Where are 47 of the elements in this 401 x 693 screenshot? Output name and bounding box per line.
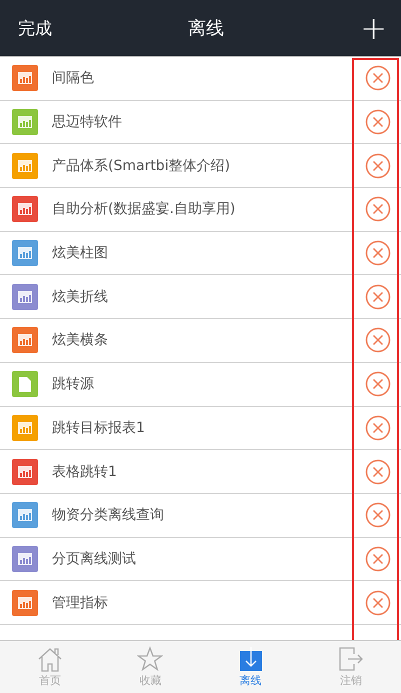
item-name: 物资分类离线查询 (52, 506, 165, 524)
delete-icon[interactable] (365, 196, 391, 222)
list-item[interactable]: 物资分类离线查询 (0, 494, 401, 538)
list-item[interactable]: 炫美折线 (0, 275, 401, 320)
delete-icon[interactable] (365, 327, 391, 354)
list-item[interactable]: 自助分析(数据盛宴.自助享用) (0, 188, 401, 232)
list-item[interactable]: 跳转源 (0, 362, 401, 406)
item-name: 跳转目标报表1 (52, 418, 146, 437)
item-name: 分页离线测试 (52, 550, 137, 568)
list-item[interactable]: 炫美横条 (0, 319, 401, 363)
item-name: 炫美柱图 (52, 244, 109, 262)
delete-icon[interactable] (365, 502, 391, 528)
delete-icon[interactable] (365, 152, 391, 179)
item-name: 自助分析(数据盛宴.自助享用) (52, 200, 236, 218)
delete-icon[interactable] (365, 414, 391, 441)
done-button[interactable]: 完成 (18, 16, 52, 40)
list-item[interactable]: 间隔色 (0, 57, 401, 101)
list-item[interactable]: 产品体系(Smartbi整体介绍) (0, 144, 401, 188)
delete-icon[interactable] (365, 65, 391, 92)
delete-icon[interactable] (365, 240, 391, 266)
list-item[interactable]: 炫美柱图 (0, 232, 401, 276)
logout-icon (338, 646, 364, 672)
delete-icon[interactable] (365, 590, 391, 616)
item-name: 管理指标 (52, 594, 109, 612)
item-name: 间隔色 (52, 69, 95, 88)
page-title: 离线 (188, 17, 224, 40)
list-item[interactable]: 表格跳转1 (0, 450, 401, 494)
list-item[interactable]: 思迈特软件 (0, 100, 401, 144)
delete-icon[interactable] (365, 458, 391, 485)
delete-icon[interactable] (365, 546, 391, 572)
delete-icon[interactable] (365, 284, 391, 310)
item-name: 炫美折线 (52, 288, 109, 306)
tab-item[interactable]: 离线 (200, 641, 301, 693)
item-name: 思迈特软件 (52, 113, 123, 132)
item-name: 跳转源 (52, 375, 95, 394)
star-icon (137, 646, 164, 672)
list-item[interactable]: 管理指标 (0, 581, 401, 625)
delete-icon[interactable] (365, 109, 391, 136)
item-name: 产品体系(Smartbi整体介绍) (52, 156, 232, 175)
item-name: 表格跳转1 (52, 462, 118, 481)
item-name: 炫美横条 (52, 331, 109, 350)
list-item[interactable]: 分页离线测试 (0, 538, 401, 582)
download-icon (238, 646, 263, 672)
add-button[interactable]: + (360, 12, 387, 44)
delete-icon[interactable] (365, 371, 391, 398)
list-item[interactable]: 跳转目标报表1 (0, 406, 401, 450)
home-icon (37, 646, 64, 672)
